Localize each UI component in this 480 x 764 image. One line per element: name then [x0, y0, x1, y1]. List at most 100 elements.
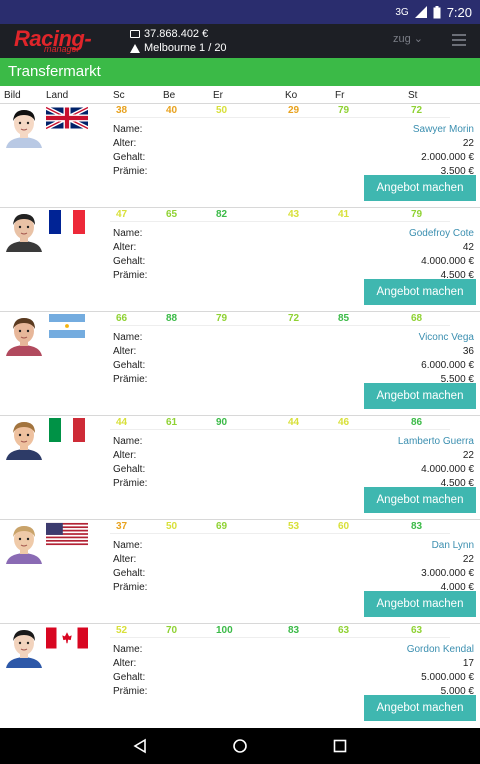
zug-dropdown[interactable]: zug ⌄ — [393, 32, 423, 45]
race-progress: Melbourne 1 / 20 — [144, 42, 227, 54]
menu-icon[interactable] — [452, 34, 466, 49]
field-label: Alter: — [113, 658, 137, 669]
signal-indicator: 3G — [395, 6, 409, 18]
stat-fr: 46 — [338, 417, 350, 428]
field-label: Name: — [113, 332, 143, 343]
stat-fr: 41 — [338, 209, 350, 220]
driver-name: Sawyer Morin — [412, 124, 474, 135]
money-icon — [130, 30, 140, 38]
balance: 37.868.402 € — [144, 28, 209, 40]
driver-avatar — [2, 316, 46, 356]
stat-be: 70 — [166, 625, 178, 636]
stat-be: 88 — [166, 313, 178, 324]
field-label: Alter: — [113, 138, 137, 149]
driver-stats: 37 50 69 53 60 83 — [110, 520, 450, 534]
field-label: Gehalt: — [113, 360, 146, 371]
country-flag — [46, 626, 88, 650]
driver-alter: 42 — [462, 242, 474, 253]
country-flag — [46, 418, 88, 442]
stat-st: 68 — [411, 313, 423, 324]
make-offer-button[interactable]: Angebot machen — [364, 487, 476, 513]
make-offer-button[interactable]: Angebot machen — [364, 695, 476, 721]
stat-fr: 85 — [338, 313, 350, 324]
field-label: Alter: — [113, 242, 137, 253]
make-offer-button[interactable]: Angebot machen — [364, 175, 476, 201]
stat-sc: 37 — [116, 521, 128, 532]
field-label: Gehalt: — [113, 152, 146, 163]
stat-er: 82 — [216, 209, 228, 220]
col-be: Be — [163, 90, 176, 101]
driver-stats: 66 88 79 72 85 68 — [110, 312, 450, 326]
field-label: Alter: — [113, 346, 137, 357]
driver-alter: 17 — [462, 658, 474, 669]
stat-st: 86 — [411, 417, 423, 428]
app-logo: Racing- manager — [14, 26, 92, 54]
field-label: Gehalt: — [113, 568, 146, 579]
nav-bar — [0, 728, 480, 764]
stat-ko: 72 — [288, 313, 300, 324]
driver-avatar — [2, 108, 46, 148]
driver-gehalt: 5.000.000 € — [421, 672, 474, 683]
country-flag — [46, 522, 88, 546]
driver-card: 44 61 90 44 46 86 Name: Lamberto Guerra Alter: 22… — [0, 415, 480, 519]
driver-name: Gordon Kendal — [406, 644, 474, 655]
driver-name: Viconc Vega — [418, 332, 474, 343]
battery-icon — [433, 5, 441, 18]
driver-card: 66 88 79 72 85 68 Name: Viconc Vega Alter: 36 Geha… — [0, 311, 480, 415]
driver-avatar — [2, 420, 46, 460]
stat-sc: 66 — [116, 313, 128, 324]
road-icon — [130, 43, 140, 53]
driver-alter: 22 — [462, 554, 474, 565]
make-offer-button[interactable]: Angebot machen — [364, 591, 476, 617]
driver-name: Godefroy Cote — [408, 228, 474, 239]
driver-alter: 22 — [462, 450, 474, 461]
driver-card: 37 50 69 53 60 83 Name: Dan Lynn Alter: 22 Gehalt:… — [0, 519, 480, 623]
field-label: Name: — [113, 228, 143, 239]
stat-er: 69 — [216, 521, 228, 532]
col-sc: Sc — [113, 90, 125, 101]
field-label: Prämie: — [113, 478, 148, 489]
make-offer-button[interactable]: Angebot machen — [364, 279, 476, 305]
account-info: 37.868.402 € Melbourne 1 / 20 — [130, 27, 227, 55]
stat-er: 90 — [216, 417, 228, 428]
field-label: Prämie: — [113, 686, 148, 697]
driver-card: 38 40 50 29 79 72 Name: Sawyer Morin Alter: 22 Geh… — [0, 103, 480, 207]
country-flag — [46, 210, 88, 234]
driver-avatar — [2, 628, 46, 668]
driver-name: Dan Lynn — [431, 540, 474, 551]
app-bar: Racing- manager 37.868.402 € Melbourne 1… — [0, 24, 480, 58]
column-headers: Bild Land Sc Be Er Ko Fr St — [0, 88, 480, 102]
stat-fr: 63 — [338, 625, 350, 636]
field-label: Gehalt: — [113, 464, 146, 475]
back-icon[interactable] — [132, 738, 148, 754]
field-label: Gehalt: — [113, 672, 146, 683]
stat-sc: 38 — [116, 105, 128, 116]
stat-sc: 47 — [116, 209, 128, 220]
stat-ko: 83 — [288, 625, 300, 636]
recent-icon[interactable] — [332, 738, 348, 754]
driver-name: Lamberto Guerra — [397, 436, 474, 447]
stat-fr: 79 — [338, 105, 350, 116]
status-bar: 3G 7:20 — [0, 0, 480, 24]
field-label: Alter: — [113, 554, 137, 565]
driver-stats: 47 65 82 43 41 79 — [110, 208, 450, 222]
col-bild: Bild — [4, 90, 21, 101]
field-label: Name: — [113, 540, 143, 551]
driver-gehalt: 3.000.000 € — [421, 568, 474, 579]
make-offer-button[interactable]: Angebot machen — [364, 383, 476, 409]
stat-st: 63 — [411, 625, 423, 636]
col-land: Land — [46, 90, 69, 101]
clock: 7:20 — [446, 4, 472, 20]
stat-st: 72 — [411, 105, 423, 116]
stat-ko: 43 — [288, 209, 300, 220]
stat-fr: 60 — [338, 521, 350, 532]
home-icon[interactable] — [232, 738, 248, 754]
stat-st: 79 — [411, 209, 423, 220]
stat-ko: 44 — [288, 417, 300, 428]
stat-ko: 29 — [288, 105, 300, 116]
stat-er: 50 — [216, 105, 228, 116]
driver-gehalt: 4.000.000 € — [421, 464, 474, 475]
driver-avatar — [2, 212, 46, 252]
driver-card: 47 65 82 43 41 79 Name: Godefroy Cote Alter: 42 Ge… — [0, 207, 480, 311]
signal-icon — [414, 6, 427, 18]
